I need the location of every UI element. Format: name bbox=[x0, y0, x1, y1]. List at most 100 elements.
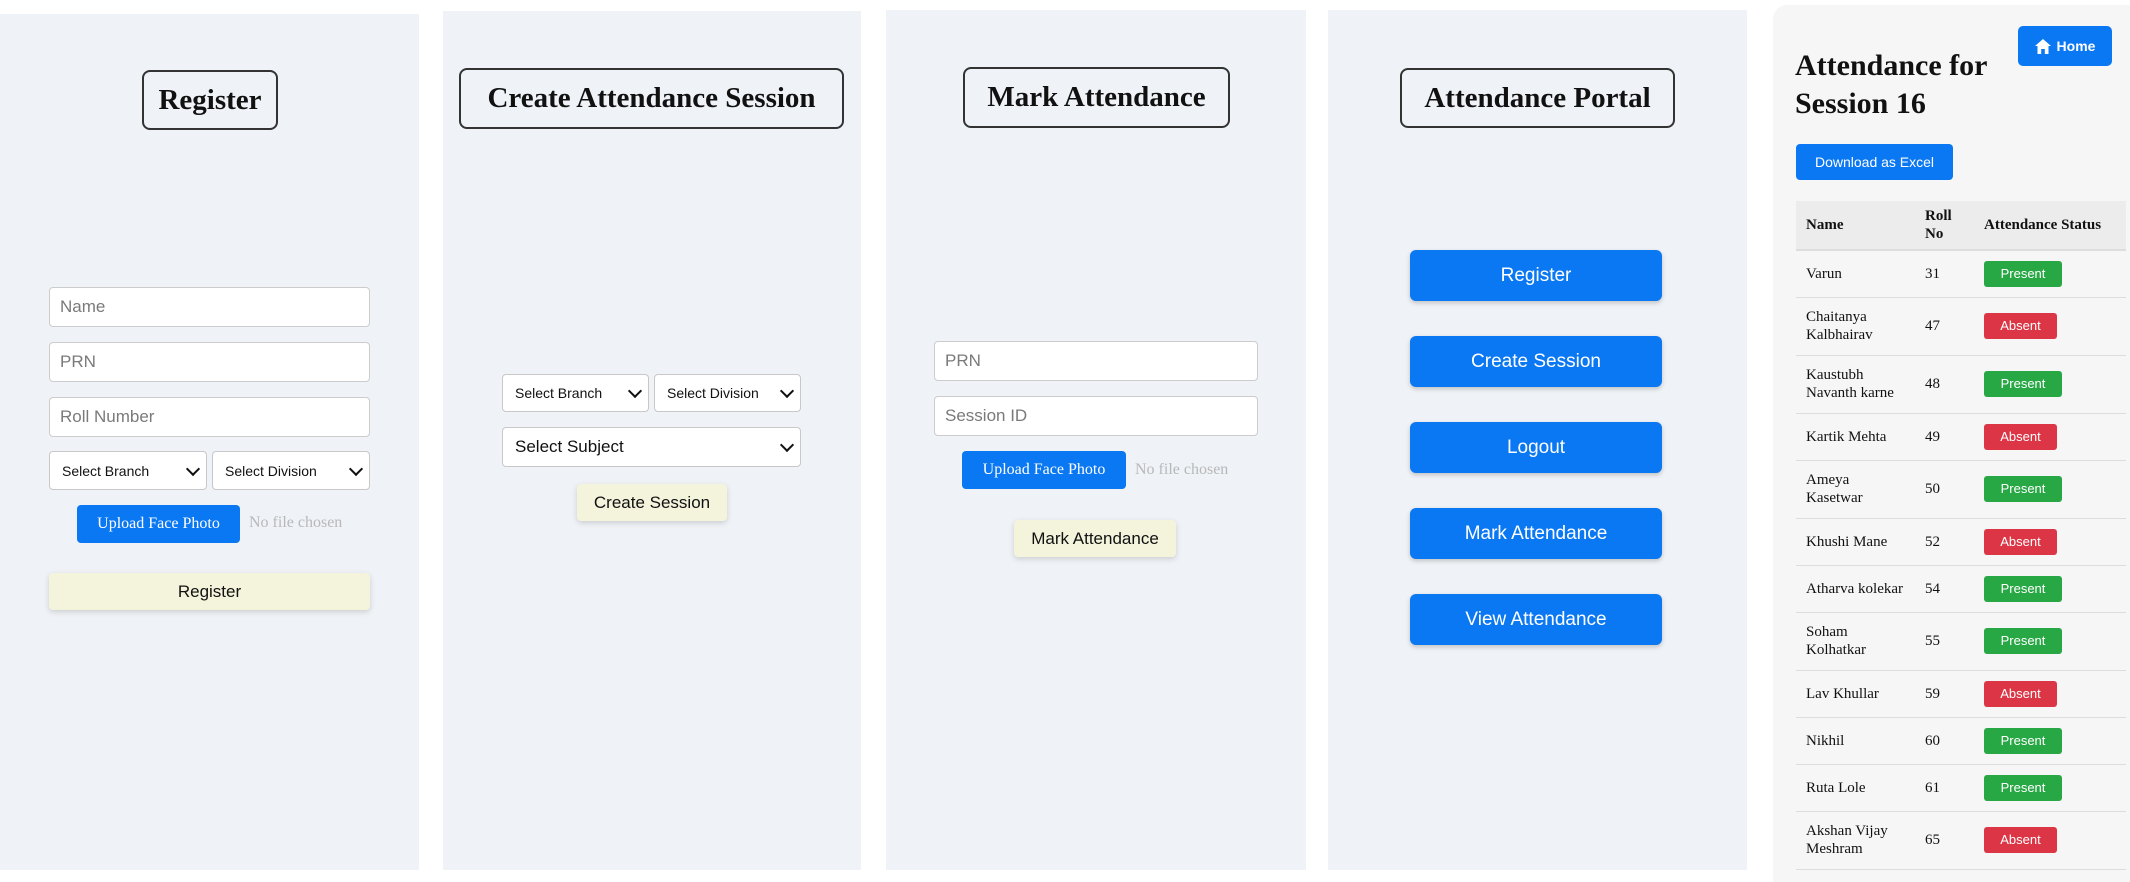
status-badge: Absent bbox=[1984, 423, 2057, 450]
division-select-label: Select Division bbox=[667, 385, 759, 401]
roll-no-cell: 54 bbox=[1915, 565, 1974, 613]
table-row: Akshan Vijay Meshram 65 Absent bbox=[1796, 811, 2126, 870]
student-name-cell: Lav Khullar bbox=[1796, 670, 1915, 718]
roll-no-cell: 59 bbox=[1915, 670, 1974, 718]
status-cell: Absent bbox=[1974, 413, 2126, 461]
division-select[interactable]: Select Division bbox=[212, 451, 370, 490]
name-input[interactable] bbox=[49, 287, 370, 327]
status-cell: Absent bbox=[1974, 811, 2126, 870]
table-row: Atharva kolekar 54 Present bbox=[1796, 565, 2126, 613]
table-row: Chaitanya Kalbhairav 47 Absent bbox=[1796, 297, 2126, 356]
roll-no-cell: 60 bbox=[1915, 717, 1974, 765]
roll-no-cell: 55 bbox=[1915, 612, 1974, 671]
roll-no-cell: 48 bbox=[1915, 355, 1974, 414]
table-row: Ameya Kasetwar 50 Present bbox=[1796, 460, 2126, 519]
table-row: Lav Khullar 59 Absent bbox=[1796, 670, 2126, 718]
student-name-cell: Atharva kolekar bbox=[1796, 565, 1915, 613]
chevron-down-icon bbox=[627, 383, 643, 399]
mark-attendance-button[interactable]: Mark Attendance bbox=[1410, 508, 1662, 559]
home-button[interactable]: Home bbox=[2018, 26, 2112, 66]
column-header-name: Name bbox=[1796, 201, 1915, 251]
roll-no-cell: 50 bbox=[1915, 460, 1974, 519]
subject-select[interactable]: Select Subject bbox=[502, 427, 801, 467]
table-row: Soham Kolhatkar 55 Present bbox=[1796, 612, 2126, 671]
upload-face-photo-button[interactable]: Upload Face Photo bbox=[77, 505, 240, 543]
attendance-view-panel: Home Attendance for Session 16 Download … bbox=[1773, 5, 2130, 882]
page-title: Attendance for Session 16 bbox=[1795, 49, 1987, 120]
no-file-chosen-text: No file chosen bbox=[249, 514, 343, 531]
status-badge: Present bbox=[1984, 371, 2062, 397]
register-panel: Register Select Branch Select Division U… bbox=[0, 14, 419, 870]
status-badge: Present bbox=[1984, 260, 2062, 287]
status-badge: Present bbox=[1984, 575, 2062, 602]
status-cell: Absent bbox=[1974, 670, 2126, 718]
branch-select[interactable]: Select Branch bbox=[502, 374, 649, 412]
student-name-cell: Nikhil bbox=[1796, 717, 1915, 765]
table-row: Nikhil 60 Present bbox=[1796, 717, 2126, 765]
status-cell: Present bbox=[1974, 565, 2126, 613]
student-name-cell: Ameya Kasetwar bbox=[1796, 460, 1915, 519]
status-badge: Absent bbox=[1984, 313, 2057, 339]
prn-input[interactable] bbox=[934, 341, 1258, 381]
student-name-cell: Varun bbox=[1796, 250, 1915, 298]
mark-attendance-button[interactable]: Mark Attendance bbox=[1014, 520, 1176, 557]
table-row: Ruta Lole 61 Present bbox=[1796, 764, 2126, 812]
status-badge: Present bbox=[1984, 727, 2062, 754]
create-session-panel: Create Attendance Session Select Branch … bbox=[443, 11, 861, 870]
branch-select-label: Select Branch bbox=[62, 462, 150, 479]
create-session-button[interactable]: Create Session bbox=[577, 484, 727, 521]
chevron-down-icon bbox=[779, 383, 795, 399]
create-session-button[interactable]: Create Session bbox=[1410, 336, 1662, 387]
table-row: Khushi Mane 52 Absent bbox=[1796, 518, 2126, 566]
register-submit-button[interactable]: Register bbox=[49, 573, 370, 610]
student-name-cell: Ruta Lole bbox=[1796, 764, 1915, 812]
logout-button[interactable]: Logout bbox=[1410, 422, 1662, 473]
roll-no-cell: 61 bbox=[1915, 764, 1974, 812]
upload-face-photo-button[interactable]: Upload Face Photo bbox=[962, 451, 1126, 489]
status-cell: Present bbox=[1974, 355, 2126, 414]
student-name-cell: Khushi Mane bbox=[1796, 518, 1915, 566]
session-id-input[interactable] bbox=[934, 396, 1258, 436]
attendance-table-body: Varun 31 Present Chaitanya Kalbhairav 47 Abse… bbox=[1796, 250, 2126, 870]
attendance-table: Name Roll No Attendance Status Varun 31 Pr… bbox=[1796, 201, 2126, 870]
download-excel-button[interactable]: Download as Excel bbox=[1796, 144, 1953, 180]
status-badge: Present bbox=[1984, 628, 2062, 654]
table-row: Kartik Mehta 49 Absent bbox=[1796, 413, 2126, 461]
status-badge: Absent bbox=[1984, 827, 2057, 853]
mark-attendance-panel: Mark Attendance Upload Face Photo No fil… bbox=[886, 10, 1306, 870]
mark-attendance-title: Mark Attendance bbox=[963, 67, 1230, 128]
division-select[interactable]: Select Division bbox=[654, 374, 801, 412]
prn-input[interactable] bbox=[49, 342, 370, 382]
register-button[interactable]: Register bbox=[1410, 250, 1662, 301]
home-button-label: Home bbox=[2056, 38, 2096, 54]
roll-no-cell: 47 bbox=[1915, 297, 1974, 356]
register-title: Register bbox=[142, 70, 278, 130]
roll-no-cell: 49 bbox=[1915, 413, 1974, 461]
table-row: Varun 31 Present bbox=[1796, 250, 2126, 298]
status-badge: Absent bbox=[1984, 680, 2057, 707]
subject-select-label: Select Subject bbox=[515, 437, 624, 456]
status-cell: Present bbox=[1974, 460, 2126, 519]
roll-no-cell: 52 bbox=[1915, 518, 1974, 566]
student-name-cell: Kaustubh Navanth karne bbox=[1796, 355, 1915, 414]
view-attendance-button[interactable]: View Attendance bbox=[1410, 594, 1662, 645]
roll-no-cell: 31 bbox=[1915, 250, 1974, 298]
status-cell: Present bbox=[1974, 250, 2126, 298]
chevron-down-icon bbox=[348, 461, 364, 476]
roll-number-input[interactable] bbox=[49, 397, 370, 437]
column-header-status: Attendance Status bbox=[1974, 201, 2126, 251]
student-name-cell: Chaitanya Kalbhairav bbox=[1796, 297, 1915, 356]
table-row: Kaustubh Navanth karne 48 Present bbox=[1796, 355, 2126, 414]
chevron-down-icon bbox=[185, 461, 201, 476]
branch-select[interactable]: Select Branch bbox=[49, 451, 207, 490]
home-icon bbox=[2034, 38, 2051, 54]
student-name-cell: Soham Kolhatkar bbox=[1796, 612, 1915, 671]
roll-no-cell: 65 bbox=[1915, 811, 1974, 870]
column-header-roll-no: Roll No bbox=[1915, 201, 1974, 251]
student-name-cell: Kartik Mehta bbox=[1796, 413, 1915, 461]
status-cell: Present bbox=[1974, 764, 2126, 812]
create-session-title: Create Attendance Session bbox=[459, 68, 844, 129]
status-badge: Absent bbox=[1984, 528, 2057, 555]
attendance-portal-panel: Attendance Portal Register Create Sessio… bbox=[1328, 10, 1747, 870]
no-file-chosen-text: No file chosen bbox=[1135, 461, 1229, 478]
